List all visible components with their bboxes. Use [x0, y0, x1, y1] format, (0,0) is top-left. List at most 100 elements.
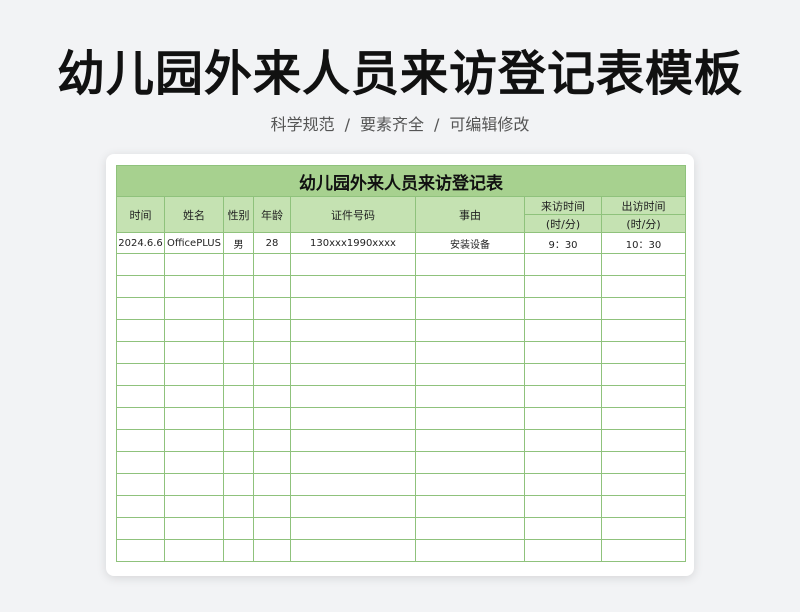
table-cell[interactable]	[290, 473, 416, 496]
table-cell[interactable]	[290, 539, 416, 562]
table-cell[interactable]	[524, 253, 602, 276]
table-cell[interactable]	[164, 341, 224, 364]
table-cell[interactable]	[415, 473, 525, 496]
table-cell[interactable]	[253, 363, 291, 386]
table-cell[interactable]	[290, 429, 416, 452]
table-cell[interactable]	[415, 539, 525, 562]
table-cell[interactable]	[601, 451, 686, 474]
table-cell[interactable]	[415, 363, 525, 386]
table-cell[interactable]	[415, 275, 525, 298]
table-cell[interactable]	[253, 253, 291, 276]
table-cell[interactable]	[524, 517, 602, 540]
table-cell[interactable]	[601, 495, 686, 518]
table-cell[interactable]	[164, 517, 224, 540]
table-cell[interactable]	[116, 473, 165, 496]
table-cell[interactable]	[290, 407, 416, 430]
table-cell[interactable]	[601, 253, 686, 276]
table-cell[interactable]	[290, 341, 416, 364]
table-cell[interactable]	[524, 363, 602, 386]
table-cell[interactable]	[415, 429, 525, 452]
table-cell[interactable]	[601, 385, 686, 408]
table-cell[interactable]	[524, 473, 602, 496]
table-cell[interactable]	[223, 495, 254, 518]
table-cell[interactable]	[253, 473, 291, 496]
table-cell[interactable]	[164, 363, 224, 386]
table-cell[interactable]	[223, 341, 254, 364]
table-cell[interactable]	[116, 319, 165, 342]
table-cell[interactable]	[164, 297, 224, 320]
table-cell[interactable]	[524, 429, 602, 452]
table-cell[interactable]	[601, 363, 686, 386]
table-cell[interactable]	[415, 341, 525, 364]
table-cell[interactable]	[524, 539, 602, 562]
table-cell[interactable]: 10：30	[601, 232, 686, 254]
table-cell[interactable]	[164, 275, 224, 298]
table-cell[interactable]	[253, 319, 291, 342]
table-cell[interactable]	[415, 385, 525, 408]
table-cell[interactable]	[601, 539, 686, 562]
table-cell[interactable]	[415, 319, 525, 342]
table-cell[interactable]	[223, 473, 254, 496]
table-cell[interactable]	[164, 451, 224, 474]
table-cell[interactable]	[116, 495, 165, 518]
table-cell[interactable]	[223, 319, 254, 342]
table-cell[interactable]	[164, 407, 224, 430]
table-cell[interactable]	[253, 341, 291, 364]
table-cell[interactable]	[253, 451, 291, 474]
table-cell[interactable]	[223, 539, 254, 562]
table-cell[interactable]	[223, 253, 254, 276]
table-cell[interactable]	[253, 297, 291, 320]
table-cell[interactable]	[223, 275, 254, 298]
table-cell[interactable]	[524, 385, 602, 408]
table-cell[interactable]	[601, 473, 686, 496]
table-cell[interactable]	[164, 473, 224, 496]
table-cell[interactable]	[116, 297, 165, 320]
table-cell[interactable]	[290, 385, 416, 408]
table-cell[interactable]: 2024.6.6	[116, 232, 165, 254]
table-cell[interactable]: 28	[253, 232, 291, 254]
table-cell[interactable]	[116, 341, 165, 364]
table-cell[interactable]	[223, 407, 254, 430]
table-cell[interactable]	[601, 341, 686, 364]
table-cell[interactable]	[290, 451, 416, 474]
table-cell[interactable]	[116, 275, 165, 298]
table-cell[interactable]	[253, 495, 291, 518]
table-cell[interactable]	[253, 539, 291, 562]
table-cell[interactable]	[524, 451, 602, 474]
table-cell[interactable]	[601, 517, 686, 540]
table-cell[interactable]	[223, 363, 254, 386]
table-cell[interactable]	[524, 341, 602, 364]
table-cell[interactable]	[223, 429, 254, 452]
table-cell[interactable]	[253, 429, 291, 452]
table-cell[interactable]	[415, 517, 525, 540]
table-cell[interactable]	[415, 451, 525, 474]
table-cell[interactable]	[524, 275, 602, 298]
table-cell[interactable]	[164, 429, 224, 452]
table-cell[interactable]	[601, 275, 686, 298]
table-cell[interactable]	[116, 539, 165, 562]
table-cell[interactable]	[164, 253, 224, 276]
table-cell[interactable]	[116, 429, 165, 452]
table-cell[interactable]	[253, 407, 291, 430]
table-cell[interactable]: 9：30	[524, 232, 602, 254]
table-cell[interactable]	[415, 407, 525, 430]
table-cell[interactable]	[290, 253, 416, 276]
table-cell[interactable]	[601, 429, 686, 452]
table-cell[interactable]: OfficePLUS	[164, 232, 224, 254]
table-cell[interactable]	[524, 495, 602, 518]
table-cell[interactable]	[290, 275, 416, 298]
table-cell[interactable]	[253, 275, 291, 298]
table-cell[interactable]	[116, 451, 165, 474]
table-cell[interactable]	[290, 517, 416, 540]
table-cell[interactable]	[116, 407, 165, 430]
table-cell[interactable]	[601, 319, 686, 342]
table-cell[interactable]	[164, 495, 224, 518]
table-cell[interactable]	[290, 297, 416, 320]
table-cell[interactable]	[524, 297, 602, 320]
table-cell[interactable]: 男	[223, 232, 254, 254]
table-cell[interactable]	[524, 407, 602, 430]
table-cell[interactable]	[253, 517, 291, 540]
table-cell[interactable]	[164, 319, 224, 342]
table-cell[interactable]	[415, 297, 525, 320]
table-cell[interactable]: 130xxx1990xxxx	[290, 232, 416, 254]
